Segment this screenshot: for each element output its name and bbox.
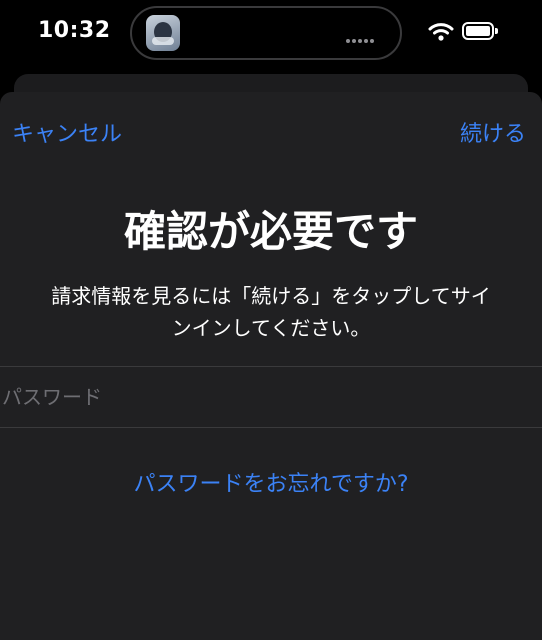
dialog-message: 請求情報を見るには「続ける」をタップしてサイ ンインしてください。 <box>16 280 526 344</box>
battery-icon <box>462 22 498 40</box>
dialog-message-line-2: ンインしてください。 <box>171 316 371 340</box>
app-thumbnail-icon[interactable] <box>146 15 180 51</box>
cancel-button[interactable]: キャンセル <box>12 116 122 148</box>
activity-dots-icon <box>346 30 382 43</box>
dynamic-island[interactable] <box>130 6 402 60</box>
dialog-message-line-1: 請求情報を見るには「続ける」をタップしてサイ <box>51 284 491 308</box>
password-field-row <box>0 366 542 428</box>
continue-button[interactable]: 続ける <box>460 116 526 148</box>
status-time: 10:32 <box>38 18 111 43</box>
forgot-password-link[interactable]: パスワードをお忘れですか? <box>0 466 542 498</box>
status-bar: 10:32 <box>0 0 542 70</box>
wifi-icon <box>428 23 454 41</box>
dialog-title: 確認が必要です <box>123 207 418 256</box>
password-input[interactable] <box>0 367 542 427</box>
